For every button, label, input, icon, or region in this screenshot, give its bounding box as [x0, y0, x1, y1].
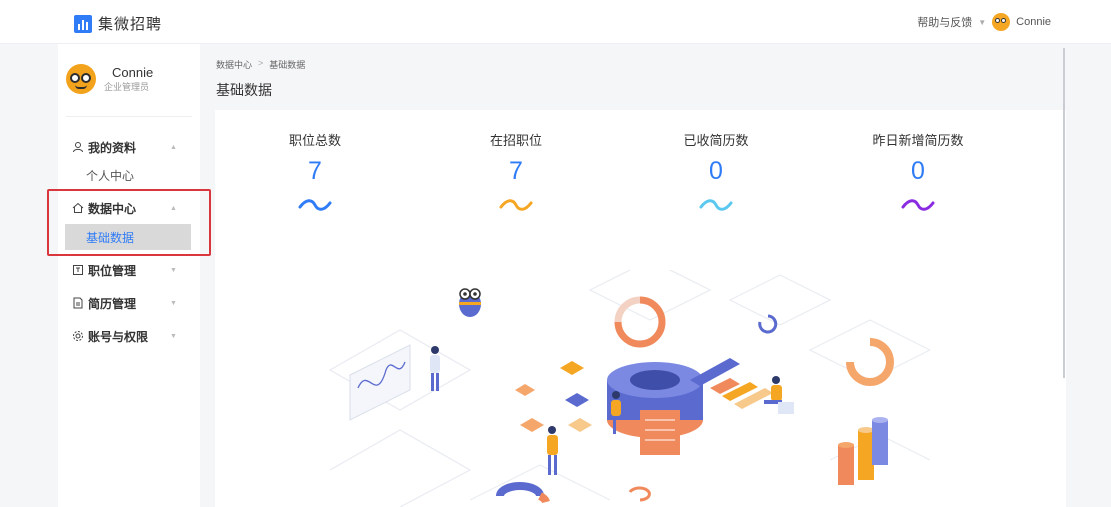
divider	[66, 116, 192, 117]
gear-icon	[72, 330, 84, 342]
header-user-name[interactable]: Connie	[1016, 16, 1051, 28]
position-icon	[72, 264, 84, 276]
stat-label: 职位总数	[288, 133, 341, 148]
chevron-down-icon: ▼	[170, 332, 177, 340]
user-role: 企业管理员	[104, 82, 150, 92]
breadcrumb-item-basic-data: 基础数据	[269, 60, 306, 70]
stat-label: 在招职位	[489, 133, 542, 148]
sidebar-item-account-permissions[interactable]: 账号与权限 ▼	[58, 325, 200, 347]
sidebar-item-position-management[interactable]: 职位管理 ▼	[58, 259, 200, 281]
chevron-down-icon[interactable]: ▼	[978, 18, 986, 27]
stat-value: 0	[911, 157, 925, 185]
chevron-down-icon: ▼	[170, 299, 177, 307]
breadcrumb-separator: >	[258, 58, 264, 68]
user-name: Connie	[112, 65, 154, 80]
sidebar-item-my-profile[interactable]: 我的资料 ▲	[58, 136, 200, 158]
avatar	[66, 64, 96, 94]
sidebar-item-label: 职位管理	[88, 263, 137, 278]
stat-new-resumes-yesterday: 昨日新增简历数 0	[818, 130, 1018, 216]
sidebar-subitem-label: 个人中心	[86, 168, 135, 183]
stat-label: 已收简历数	[683, 133, 749, 148]
sidebar-item-resume-management[interactable]: 简历管理 ▼	[58, 292, 200, 314]
stat-value: 7	[308, 157, 322, 185]
stat-value: 7	[509, 157, 523, 185]
chevron-up-icon: ▲	[170, 143, 177, 151]
wave-icon	[499, 199, 533, 211]
top-bar: 集微招聘 帮助与反馈 ▼ Connie	[0, 0, 1111, 44]
page-header: 数据中心 > 基础数据 基础数据	[200, 44, 1066, 110]
breadcrumb: 数据中心 > 基础数据	[216, 58, 305, 71]
highlight-annotation	[47, 189, 211, 256]
stat-received-resumes: 已收简历数 0	[616, 130, 816, 216]
stat-active-positions: 在招职位 7	[416, 130, 616, 216]
dashboard-illustration	[328, 270, 930, 507]
scrollbar[interactable]	[1063, 48, 1065, 378]
stat-total-positions: 职位总数 7	[215, 130, 415, 216]
resume-icon	[72, 297, 84, 309]
sidebar-item-label: 简历管理	[88, 296, 137, 311]
sidebar-item-label: 我的资料	[88, 140, 137, 155]
sidebar: Connie 企业管理员 我的资料 ▲ 个人中心 数据中心 ▲ 基础数据 职位管…	[58, 44, 200, 507]
user-icon	[72, 141, 84, 153]
help-feedback-link[interactable]: 帮助与反馈	[917, 14, 972, 30]
stat-value: 0	[709, 157, 723, 185]
user-profile[interactable]: Connie 企业管理员	[66, 64, 153, 94]
chevron-down-icon: ▼	[170, 266, 177, 274]
breadcrumb-item-data-center[interactable]: 数据中心	[216, 58, 252, 71]
wave-icon	[901, 199, 935, 211]
sidebar-item-label: 账号与权限	[88, 329, 149, 344]
app-logo[interactable]: 集微招聘	[74, 13, 162, 34]
app-name: 集微招聘	[98, 16, 163, 33]
sidebar-subitem-personal-center[interactable]: 个人中心	[58, 162, 200, 188]
logo-icon	[74, 14, 92, 33]
avatar[interactable]	[992, 13, 1011, 31]
stat-label: 昨日新增简历数	[872, 133, 964, 148]
page-title: 基础数据	[216, 82, 272, 98]
wave-icon	[699, 199, 733, 211]
wave-icon	[298, 199, 332, 211]
